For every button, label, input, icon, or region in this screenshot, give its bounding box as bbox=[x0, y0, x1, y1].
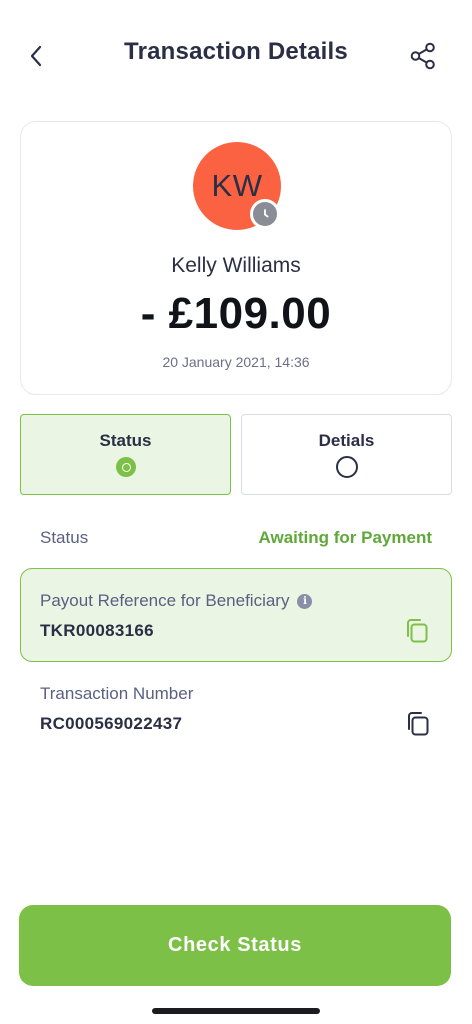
transaction-number-block: Transaction Number RC000569022437 bbox=[20, 672, 452, 752]
page-title: Transaction Details bbox=[124, 38, 348, 65]
payout-reference-value: TKR00083166 bbox=[40, 621, 154, 640]
copy-icon bbox=[408, 712, 429, 736]
copy-transaction-number-button[interactable] bbox=[406, 711, 430, 737]
status-row: Status Awaiting for Payment bbox=[40, 528, 432, 548]
transaction-amount: - £109.00 bbox=[140, 289, 332, 338]
payout-reference-label: Payout Reference for Beneficiary bbox=[40, 591, 290, 610]
payee-name: Kelly Williams bbox=[171, 254, 301, 277]
transaction-number-value: RC000569022437 bbox=[40, 714, 183, 733]
status-value: Awaiting for Payment bbox=[258, 528, 433, 547]
avatar-initials: KW bbox=[211, 168, 263, 203]
share-button[interactable] bbox=[408, 40, 438, 72]
transaction-summary-card: KW Kelly Williams - £109.00 20 January 2… bbox=[20, 121, 452, 395]
payout-reference-card: Payout Reference for Beneficiary i TKR00… bbox=[20, 568, 452, 662]
status-label: Status bbox=[40, 528, 89, 547]
clock-icon bbox=[258, 207, 272, 221]
info-icon[interactable]: i bbox=[297, 593, 313, 609]
tab-details[interactable]: Detials bbox=[241, 414, 452, 495]
tab-status[interactable]: Status bbox=[20, 414, 231, 495]
copy-reference-button[interactable] bbox=[405, 618, 429, 644]
transaction-number-label: Transaction Number bbox=[40, 684, 194, 703]
pending-badge bbox=[250, 199, 280, 229]
unselected-radio-icon bbox=[336, 456, 358, 478]
selected-radio-icon bbox=[116, 457, 136, 477]
check-status-button[interactable]: Check Status bbox=[19, 905, 451, 986]
transaction-datetime: 20 January 2021, 14:36 bbox=[162, 354, 310, 370]
top-app-bar: Transaction Details bbox=[0, 0, 472, 110]
tab-details-label: Detials bbox=[318, 431, 375, 450]
tab-status-label: Status bbox=[99, 431, 152, 450]
home-indicator bbox=[152, 1008, 320, 1014]
payout-reference-label-row: Payout Reference for Beneficiary i bbox=[40, 591, 313, 611]
share-icon bbox=[410, 42, 435, 70]
copy-icon bbox=[407, 619, 428, 643]
